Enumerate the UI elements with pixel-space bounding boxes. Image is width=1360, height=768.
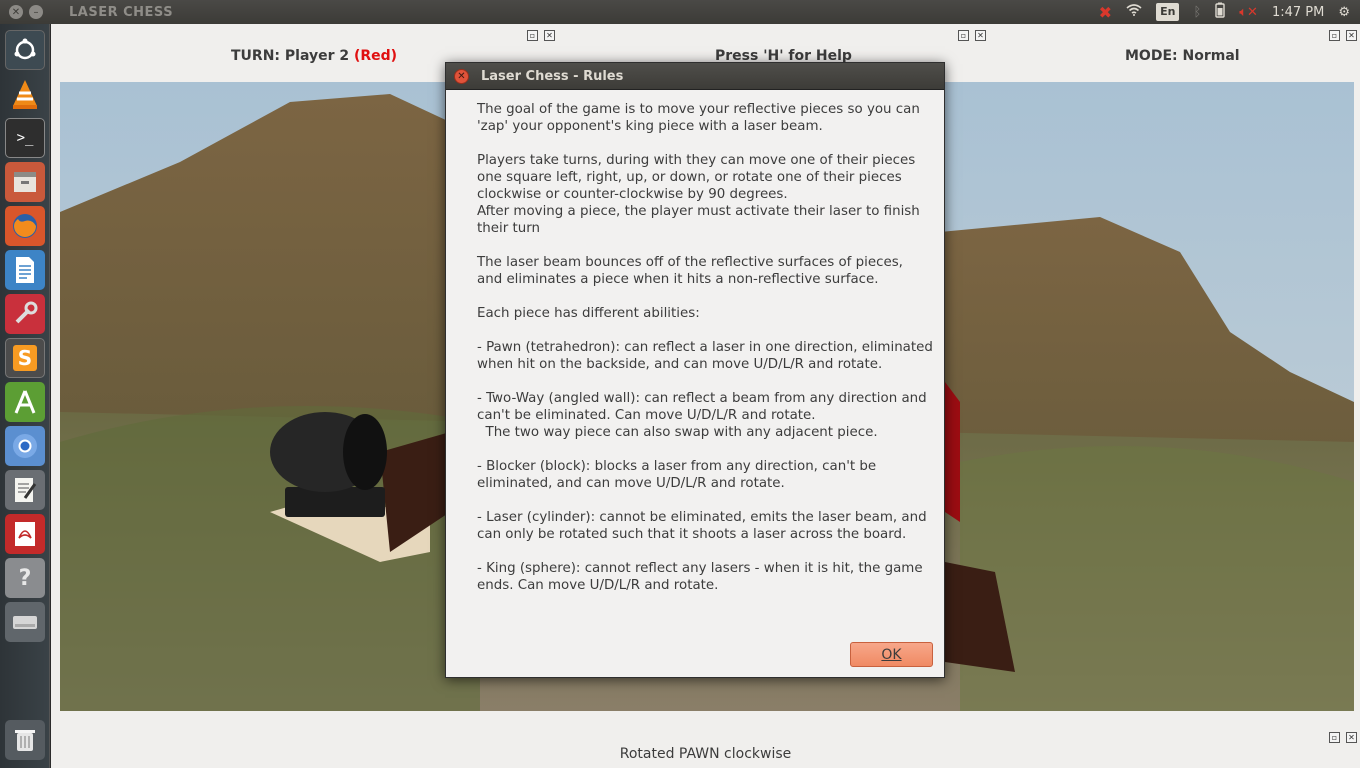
panel-close-button[interactable]: ✕ [544, 30, 555, 41]
text-editor-icon[interactable] [5, 470, 45, 510]
rules-paragraph: - Two-Way (angled wall): can reflect a b… [477, 391, 927, 440]
help-icon[interactable]: ? [5, 558, 45, 598]
panel-detach-button[interactable]: ▫ [527, 30, 538, 41]
top-panel: ✕ – LASER CHESS ✖ En ᛒ 🔈︎✕ 1:47 PM ⚙ [0, 0, 1360, 24]
rules-paragraph: The goal of the game is to move your ref… [477, 102, 920, 134]
rules-text: The goal of the game is to move your ref… [477, 101, 942, 611]
clock[interactable]: 1:47 PM [1272, 5, 1324, 20]
rules-paragraph: - King (sphere): cannot reflect any lase… [477, 561, 923, 593]
rules-paragraph: - Blocker (block): blocks a laser from a… [477, 459, 877, 491]
drive-icon[interactable] [5, 602, 45, 642]
mode-indicator: MODE: Normal [1125, 48, 1240, 64]
panel-detach-button[interactable]: ▫ [958, 30, 969, 41]
sound-muted-icon[interactable]: 🔈︎✕ [1239, 5, 1258, 20]
panel-close-button[interactable]: ✕ [1346, 732, 1357, 743]
libreoffice-writer-icon[interactable] [5, 250, 45, 290]
gear-icon[interactable]: ⚙ [1338, 5, 1350, 20]
rules-paragraph: - Pawn (tetrahedron): can reflect a lase… [477, 340, 933, 372]
chromium-icon[interactable] [5, 426, 45, 466]
bluetooth-icon[interactable]: ᛒ [1193, 5, 1201, 20]
dialog-titlebar[interactable]: ✕ Laser Chess - Rules [446, 63, 944, 90]
app-title: LASER CHESS [69, 4, 174, 20]
ok-button[interactable]: OK [850, 642, 933, 667]
panel-detach-button[interactable]: ▫ [1329, 732, 1340, 743]
battery-icon[interactable] [1215, 2, 1225, 22]
ubuntu-one-icon[interactable]: ✖ [1099, 3, 1112, 22]
wifi-icon[interactable] [1126, 4, 1142, 20]
ubuntu-dash-icon[interactable] [5, 30, 45, 70]
turn-label: TURN: Player 2 [231, 48, 354, 64]
rules-paragraph: The laser beam bounces off of the reflec… [477, 255, 903, 287]
dialog-title: Laser Chess - Rules [481, 68, 624, 84]
window-close-button[interactable]: ✕ [9, 5, 23, 19]
turn-indicator: TURN: Player 2 (Red) [231, 48, 397, 64]
keyboard-layout-indicator[interactable]: En [1156, 3, 1180, 21]
panel-detach-button[interactable]: ▫ [1329, 30, 1340, 41]
panel-close-button[interactable]: ✕ [975, 30, 986, 41]
sublime-text-icon[interactable]: S [5, 338, 45, 378]
status-message: Rotated PAWN clockwise [619, 746, 792, 762]
rules-dialog: ✕ Laser Chess - Rules The goal of the ga… [445, 62, 945, 678]
rules-paragraph: Each piece has different abilities: [477, 306, 700, 321]
pdf-viewer-icon[interactable] [5, 514, 45, 554]
terminal-icon[interactable]: >_ [5, 118, 45, 158]
vlc-icon[interactable] [5, 74, 45, 114]
rules-paragraph: - Laser (cylinder): cannot be eliminated… [477, 510, 927, 542]
panel-close-button[interactable]: ✕ [1346, 30, 1357, 41]
turn-player: (Red) [353, 48, 398, 64]
files-icon[interactable] [5, 162, 45, 202]
firefox-icon[interactable] [5, 206, 45, 246]
android-studio-icon[interactable] [5, 382, 45, 422]
system-settings-icon[interactable] [5, 294, 45, 334]
launcher: >_ S ? [0, 24, 50, 768]
rules-paragraph: Players take turns, during with they can… [477, 153, 920, 236]
indicator-area: ✖ En ᛒ 🔈︎✕ 1:47 PM ⚙ [1099, 0, 1350, 24]
trash-icon[interactable] [5, 720, 45, 760]
window-minimize-button[interactable]: – [29, 5, 43, 19]
dialog-close-button[interactable]: ✕ [454, 68, 469, 84]
